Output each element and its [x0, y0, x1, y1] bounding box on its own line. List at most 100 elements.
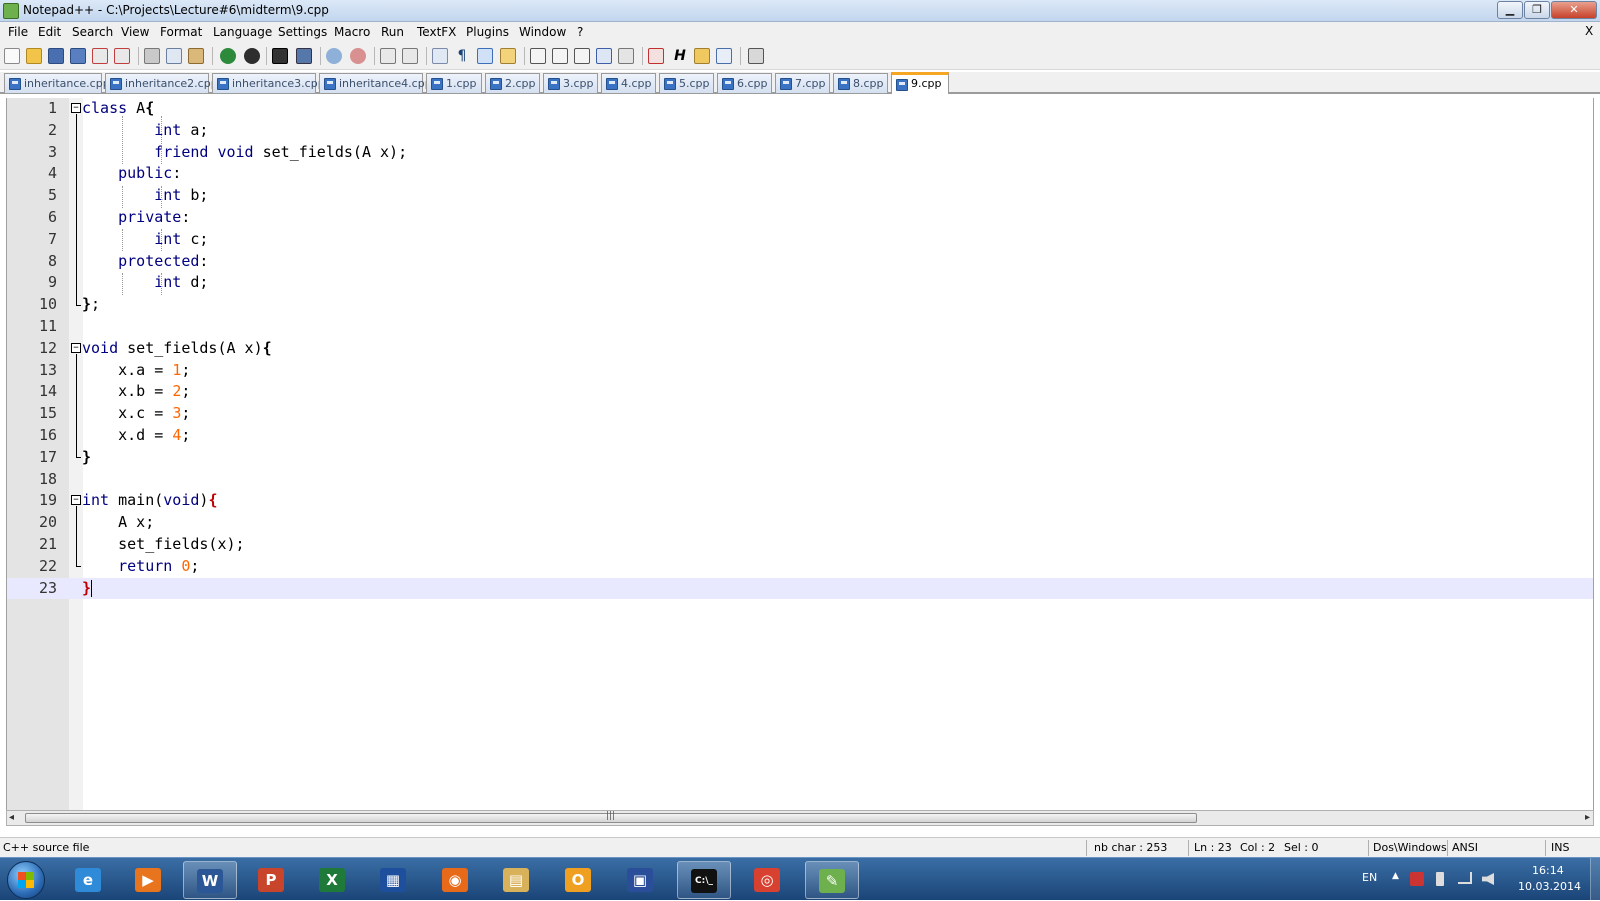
taskbar-powerpoint-button[interactable]: P	[245, 861, 299, 899]
menu-language[interactable]: Language	[213, 25, 272, 39]
tab-9-cpp[interactable]: 9.cpp	[891, 72, 949, 94]
taskbar-notepad-plus-plus-button[interactable]: ✎	[805, 861, 859, 899]
menu-settings[interactable]: Settings	[278, 25, 327, 39]
redo-icon[interactable]	[244, 48, 260, 64]
menu-window[interactable]: Window	[519, 25, 566, 39]
new-file-icon[interactable]	[4, 48, 20, 64]
taskbar-media-player-button[interactable]: ▶	[122, 861, 176, 899]
menu-help[interactable]: ?	[577, 25, 583, 39]
horizontal-scrollbar[interactable]: ◂ ||| ▸	[6, 810, 1594, 826]
code-line[interactable]: 17}	[7, 447, 1593, 469]
close-button[interactable]: ✕	[1551, 1, 1597, 19]
code-line[interactable]: 7 int c;	[7, 229, 1593, 251]
code-line[interactable]: 2 int a;	[7, 120, 1593, 142]
code-line[interactable]: 19− int main(void){	[7, 490, 1593, 512]
menu-macro[interactable]: Macro	[334, 25, 370, 39]
current-code-line[interactable]: 23}	[7, 577, 1593, 600]
save-icon[interactable]	[48, 48, 64, 64]
tab-inheritance3-cpp[interactable]: inheritance3.cpp	[212, 73, 325, 93]
code-line[interactable]: 11	[7, 316, 1593, 338]
scroll-right-icon[interactable]: ▸	[1585, 812, 1590, 823]
clock-time[interactable]: 16:14	[1532, 864, 1564, 877]
user-language-icon[interactable]	[500, 48, 516, 64]
taskbar-outlook-button[interactable]: O	[552, 861, 606, 899]
volume-icon[interactable]	[1482, 873, 1494, 885]
code-line[interactable]: 3 friend void set_fields(A x);	[7, 142, 1593, 164]
menu-file[interactable]: File	[8, 25, 28, 39]
clock-date[interactable]: 10.03.2014	[1518, 880, 1581, 893]
replace-icon[interactable]	[296, 48, 312, 64]
word-wrap-icon[interactable]	[432, 48, 448, 64]
code-line[interactable]: 12− void set_fields(A x){	[7, 338, 1593, 360]
menu-view[interactable]: View	[121, 25, 149, 39]
tab-4-cpp[interactable]: 4.cpp	[601, 73, 656, 93]
show-desktop-button[interactable]	[1590, 858, 1600, 901]
fold-toggle-icon[interactable]: −	[71, 342, 81, 353]
tab-7-cpp[interactable]: 7.cpp	[775, 73, 830, 93]
taskbar-command-prompt-button[interactable]: C:\_	[677, 861, 731, 899]
minimize-button[interactable]: ▁	[1497, 1, 1523, 19]
copy-icon[interactable]	[166, 48, 182, 64]
tab-5-cpp[interactable]: 5.cpp	[659, 73, 714, 93]
show-hidden-icons-icon[interactable]: ▲	[1392, 871, 1399, 881]
open-file-icon[interactable]	[26, 48, 42, 64]
code-line[interactable]: 20 A x;	[7, 512, 1593, 534]
save-all-icon[interactable]	[70, 48, 86, 64]
taskbar-word-button[interactable]: W	[183, 861, 237, 899]
menu-search[interactable]: Search	[72, 25, 113, 39]
close-document-button[interactable]: X	[1585, 24, 1593, 38]
code-line[interactable]: 4 public:	[7, 163, 1593, 185]
maximize-button[interactable]: ❐	[1524, 1, 1550, 19]
tab-2-cpp[interactable]: 2.cpp	[485, 73, 540, 93]
find-icon[interactable]	[272, 48, 288, 64]
spell-check-icon[interactable]	[648, 48, 664, 64]
code-line[interactable]: 1− class A{	[7, 98, 1593, 120]
code-line[interactable]: 14 x.b = 2;	[7, 381, 1593, 403]
tab-inheritance-cpp[interactable]: inheritance.cpp	[4, 73, 110, 93]
taskbar-internet-explorer-button[interactable]: e	[62, 861, 116, 899]
code-line[interactable]: 5 int b;	[7, 185, 1593, 207]
stop-macro-icon[interactable]	[552, 48, 568, 64]
network-signal-icon[interactable]	[1458, 872, 1472, 884]
taskbar-excel-button[interactable]: X	[306, 861, 360, 899]
language-indicator[interactable]: EN	[1362, 871, 1377, 884]
menu-edit[interactable]: Edit	[38, 25, 61, 39]
run-macro-multiple-icon[interactable]	[596, 48, 612, 64]
action-center-icon[interactable]	[1410, 872, 1424, 886]
tab-inheritance2-cpp[interactable]: inheritance2.cpp	[105, 73, 218, 93]
taskbar-calculator-app-button[interactable]: ▦	[367, 861, 421, 899]
menu-plugins[interactable]: Plugins	[466, 25, 509, 39]
zoom-in-icon[interactable]	[326, 48, 342, 64]
tab-6-cpp[interactable]: 6.cpp	[717, 73, 772, 93]
battery-icon[interactable]	[1436, 872, 1444, 886]
code-line[interactable]: 15 x.c = 3;	[7, 403, 1593, 425]
code-line[interactable]: 6 private:	[7, 207, 1593, 229]
taskbar-visual-studio-button[interactable]: ▣	[614, 861, 668, 899]
tab-inheritance4-cpp[interactable]: inheritance4.cpp	[319, 73, 432, 93]
code-line[interactable]: 22 return 0;	[7, 556, 1593, 578]
code-line[interactable]: 9 int d;	[7, 272, 1593, 294]
html-tag-icon[interactable]: H	[672, 48, 688, 64]
close-all-icon[interactable]	[114, 48, 130, 64]
code-line[interactable]: 16 x.d = 4;	[7, 425, 1593, 447]
record-macro-icon[interactable]	[530, 48, 546, 64]
start-button[interactable]	[7, 861, 45, 899]
scrollbar-thumb[interactable]: |||	[25, 811, 1197, 823]
sync-horizontal-icon[interactable]	[402, 48, 418, 64]
code-line[interactable]: 8 protected:	[7, 251, 1593, 273]
code-line[interactable]: 13 x.a = 1;	[7, 360, 1593, 382]
paste-icon[interactable]	[188, 48, 204, 64]
fold-toggle-icon[interactable]: −	[71, 103, 81, 113]
save-macro-icon[interactable]	[618, 48, 634, 64]
taskbar-chrome-button[interactable]: ◎	[741, 861, 795, 899]
menu-run[interactable]: Run	[381, 25, 404, 39]
undo-icon[interactable]	[220, 48, 236, 64]
tab-1-cpp[interactable]: 1.cpp	[426, 73, 482, 93]
menu-format[interactable]: Format	[160, 25, 202, 39]
code-editor[interactable]: 1− class A{ 2 int a; 3 friend void set_fi…	[6, 98, 1594, 810]
cut-icon[interactable]	[144, 48, 160, 64]
taskbar-explorer-button[interactable]: ▤	[490, 861, 544, 899]
plugin-tool-icon[interactable]	[694, 48, 710, 64]
indent-guide-icon[interactable]	[477, 48, 493, 64]
fold-toggle-icon[interactable]: −	[71, 495, 81, 506]
